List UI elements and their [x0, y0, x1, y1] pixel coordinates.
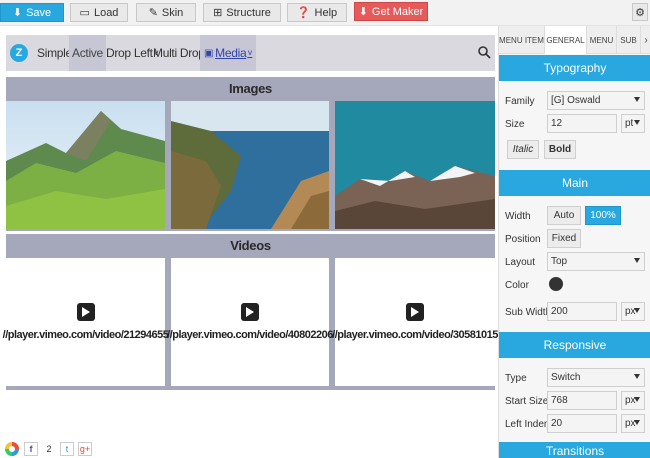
color-wheel-icon[interactable]	[4, 441, 20, 457]
responsive-type-select[interactable]: Switch	[547, 368, 645, 387]
chevron-down-icon	[634, 397, 640, 402]
chevron-down-icon: ˅	[247, 48, 253, 58]
font-size-input[interactable]: 12	[547, 114, 617, 133]
chevron-down-icon	[634, 308, 640, 313]
toolbar: ⬇ Save ▭ Load ✎ Skin ⊞ Structure ❓ Help ⬇ Get …	[0, 0, 650, 26]
typography-header: Typography	[499, 55, 650, 81]
help-icon: ❓	[296, 7, 311, 19]
position-fixed-button[interactable]: Fixed	[547, 229, 581, 248]
help-button[interactable]: ❓ Help	[287, 3, 347, 22]
twitter-icon[interactable]: t	[60, 442, 74, 456]
sub-width-unit-select[interactable]: px	[621, 302, 645, 321]
start-size-input[interactable]: 768	[547, 391, 617, 410]
download-icon: ⬇	[358, 6, 368, 18]
chevron-down-icon	[634, 97, 640, 102]
gear-icon[interactable]: ⚙	[632, 3, 648, 21]
layout-select[interactable]: Top	[547, 252, 645, 271]
chevron-down-icon	[634, 258, 640, 263]
font-size-unit-select[interactable]: pt	[621, 114, 645, 133]
share-count: 2	[46, 444, 52, 454]
video-url: //player.vimeo.com/video/40802206	[167, 329, 333, 341]
preview-area: Z Simple Active Drop Left˅ Multi Drop˅ ▣…	[0, 26, 498, 458]
font-family-select[interactable]: [G] Oswald	[547, 91, 645, 110]
sub-width-label: Sub Width	[505, 307, 552, 318]
folder-icon: ▭	[79, 7, 90, 19]
logo[interactable]: Z	[10, 44, 28, 62]
video-card[interactable]: //player.vimeo.com/video/21294655	[3, 258, 169, 386]
chevron-down-icon	[634, 374, 640, 379]
tab-general[interactable]: GENERAL	[545, 26, 587, 54]
image-icon: ▣	[204, 47, 214, 59]
mountain-valley-image[interactable]	[6, 101, 165, 229]
sitemap-icon: ⊞	[213, 7, 223, 19]
videos-grid: //player.vimeo.com/video/21294655 //play…	[3, 256, 498, 390]
play-icon[interactable]	[241, 303, 259, 321]
responsive-header: Responsive	[499, 332, 650, 358]
coastal-cliff-image[interactable]	[171, 101, 329, 229]
video-url: //player.vimeo.com/video/30581015	[332, 329, 498, 341]
tab-sub[interactable]: SUB	[617, 26, 641, 54]
images-header: Images	[6, 77, 495, 99]
snowy-mountains-image[interactable]	[335, 101, 495, 229]
start-size-unit-select[interactable]: px	[621, 391, 645, 410]
google-plus-icon[interactable]: g+	[78, 442, 92, 456]
tab-menu-item[interactable]: MENU ITEM	[499, 26, 545, 54]
structure-button[interactable]: ⊞ Structure	[203, 3, 281, 22]
chevron-down-icon	[634, 420, 640, 425]
facebook-icon[interactable]: f	[24, 442, 38, 456]
video-card[interactable]: //player.vimeo.com/video/40802206	[167, 258, 333, 386]
videos-header: Videos	[6, 234, 495, 256]
social-bar: f 2 t g+	[4, 440, 92, 458]
color-swatch[interactable]	[549, 277, 563, 291]
color-label: Color	[505, 280, 529, 291]
width-100-button[interactable]: 100%	[585, 206, 621, 225]
position-label: Position	[505, 234, 541, 245]
get-maker-button[interactable]: ⬇ Get Maker	[354, 2, 428, 21]
transitions-header: Transitions	[499, 442, 650, 458]
menu-bar: Z Simple Active Drop Left˅ Multi Drop˅ ▣…	[6, 35, 495, 71]
play-icon[interactable]	[76, 303, 95, 321]
type-label: Type	[505, 373, 527, 384]
sub-width-input[interactable]: 200	[547, 302, 617, 321]
video-url: //player.vimeo.com/video/21294655	[2, 329, 169, 341]
size-label: Size	[505, 119, 525, 130]
images-grid	[6, 99, 495, 231]
left-indent-unit-select[interactable]: px	[621, 414, 645, 433]
layout-label: Layout	[505, 257, 536, 268]
chevron-down-icon	[634, 120, 640, 125]
download-icon: ⬇	[12, 7, 23, 19]
load-button[interactable]: ▭ Load	[70, 3, 128, 22]
brush-icon: ✎	[148, 7, 158, 19]
chevron-right-icon[interactable]: ›	[641, 26, 650, 54]
main-header: Main	[499, 170, 650, 196]
left-indent-input[interactable]: 20	[547, 414, 617, 433]
start-size-label: Start Size	[505, 396, 549, 407]
italic-button[interactable]: Italic	[507, 140, 539, 159]
menu-item-active[interactable]: Active	[69, 35, 106, 71]
skin-button[interactable]: ✎ Skin	[136, 3, 196, 22]
bold-button[interactable]: Bold	[544, 140, 576, 159]
settings-panel: MENU ITEM GENERAL MENU SUB › Typography …	[498, 26, 650, 458]
search-icon[interactable]	[477, 45, 491, 59]
save-button[interactable]: ⬇ Save	[0, 3, 64, 22]
panel-tabs: MENU ITEM GENERAL MENU SUB ›	[499, 26, 650, 54]
video-card[interactable]: //player.vimeo.com/video/30581015	[332, 258, 498, 386]
width-label: Width	[505, 211, 531, 222]
left-indent-label: Left Indent	[505, 419, 553, 430]
play-icon[interactable]	[406, 303, 424, 321]
family-label: Family	[505, 96, 535, 107]
tab-menu[interactable]: MENU	[587, 26, 617, 54]
width-auto-button[interactable]: Auto	[547, 206, 581, 225]
menu-item-media[interactable]: ▣ Media ˅	[200, 35, 257, 71]
